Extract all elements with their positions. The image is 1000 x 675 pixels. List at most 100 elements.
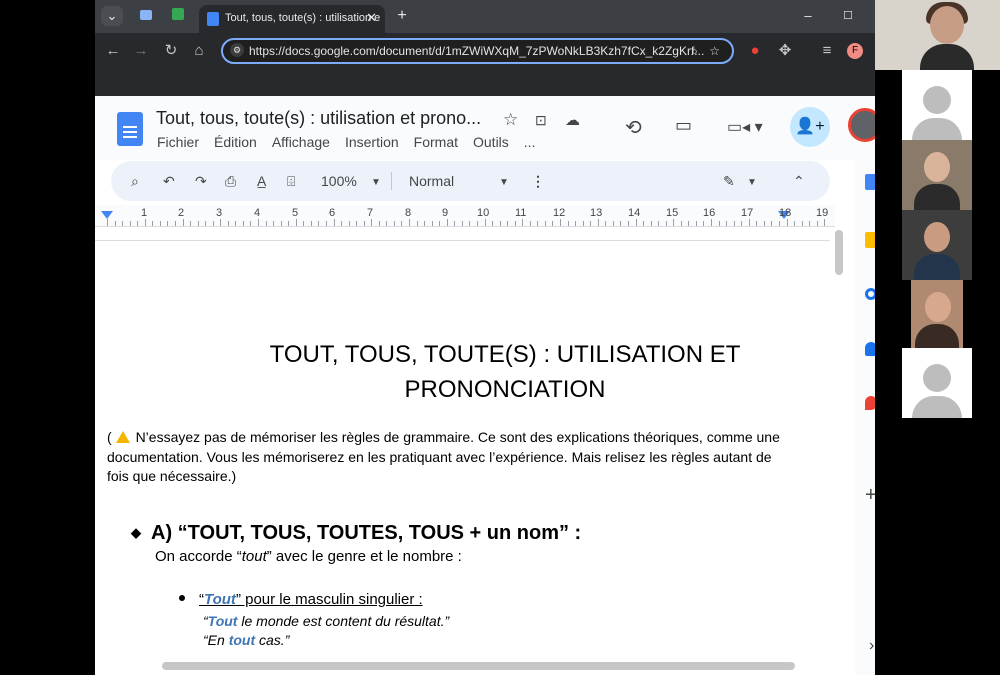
- ruler-tick: [620, 221, 622, 226]
- meet-video-icon[interactable]: ▭◂ ▾: [727, 117, 763, 137]
- vertical-scrollbar[interactable]: [835, 230, 843, 275]
- chevron-down-icon[interactable]: ▼: [499, 174, 509, 192]
- diamond-bullet-icon: ◆: [131, 525, 141, 540]
- bookmark-star-icon[interactable]: ☆: [709, 40, 720, 62]
- media-controls-icon[interactable]: ≡: [817, 42, 837, 60]
- minimize-button[interactable]: –: [797, 6, 819, 26]
- avatar-body-icon: [912, 118, 962, 140]
- ruler-tick: [265, 221, 267, 226]
- list-item: “Tout” pour le masculin singulier :: [179, 591, 423, 608]
- menu-format[interactable]: Format: [414, 134, 458, 150]
- bullet-dot-icon: [179, 595, 185, 601]
- version-history-icon[interactable]: ⟲: [625, 115, 642, 140]
- ruler-tick: [167, 221, 169, 226]
- participant-tile-video[interactable]: [911, 280, 963, 350]
- menu-fichier[interactable]: Fichier: [157, 134, 199, 150]
- contacts-icon[interactable]: [865, 342, 875, 356]
- ruler-tick: [688, 221, 690, 226]
- ruler-tick: [197, 221, 199, 226]
- ruler-tick: [673, 219, 675, 226]
- participant-tile-avatar[interactable]: [902, 70, 972, 140]
- search-menus-icon[interactable]: ⌕: [131, 172, 139, 190]
- ruler-tick: [507, 221, 509, 226]
- profile-avatar[interactable]: F: [847, 43, 863, 59]
- ruler-tick: [756, 221, 758, 226]
- ruler-number: 12: [553, 207, 566, 219]
- ruler-tick: [182, 219, 184, 226]
- participant-tile-video[interactable]: [902, 140, 972, 210]
- ruler-number: 6: [329, 207, 336, 219]
- reload-icon[interactable]: ↻: [161, 42, 181, 60]
- active-speaker-video[interactable]: [875, 0, 1000, 70]
- close-tab-icon[interactable]: ✕: [366, 5, 377, 31]
- editing-mode-pencil-icon[interactable]: ✎: [723, 172, 735, 190]
- horizontal-scrollbar[interactable]: [162, 662, 795, 670]
- docs-header: Tout, tous, toute(s) : utilisation et pr…: [95, 96, 875, 160]
- extension-icon[interactable]: ●: [745, 42, 765, 60]
- forward-icon[interactable]: →: [131, 42, 151, 60]
- maximize-button[interactable]: ☐: [837, 6, 859, 26]
- document-title[interactable]: Tout, tous, toute(s) : utilisation et pr…: [156, 108, 481, 129]
- left-indent-marker[interactable]: [101, 211, 113, 219]
- zoom-icon[interactable]: ⌕: [691, 40, 698, 62]
- extensions-puzzle-icon[interactable]: ✥: [775, 42, 795, 60]
- more-options-icon[interactable]: ⋮: [531, 172, 545, 190]
- tab-strip: ⌄ Tout, tous, toute(s) : utilisation e ✕…: [95, 0, 875, 33]
- participant-tile-avatar[interactable]: [902, 348, 972, 418]
- ruler-tick: [310, 221, 312, 226]
- tab-search-button[interactable]: ⌄: [101, 6, 123, 26]
- ruler-tick: [401, 221, 403, 226]
- maps-icon[interactable]: [865, 396, 875, 410]
- ruler-tick: [544, 221, 546, 226]
- undo-icon[interactable]: ↶: [163, 172, 175, 190]
- menu-affichage[interactable]: Affichage: [272, 134, 330, 150]
- redo-icon[interactable]: ↷: [195, 172, 207, 190]
- tab-pinned-2[interactable]: [167, 6, 189, 26]
- home-icon[interactable]: ⌂: [189, 42, 209, 60]
- chevron-down-icon[interactable]: ▼: [747, 174, 757, 192]
- list-item-heading: “Tout” pour le masculin singulier :: [199, 591, 423, 608]
- ruler-tick: [741, 221, 743, 226]
- url-bar[interactable]: ⚙ https://docs.google.com/document/d/1mZ…: [221, 38, 734, 64]
- ruler-number: 5: [292, 207, 299, 219]
- tasks-icon[interactable]: [865, 288, 875, 300]
- zoom-select[interactable]: 100%: [321, 172, 357, 190]
- tab-pinned-1[interactable]: [135, 6, 157, 26]
- hide-menus-chevron-up-icon[interactable]: ⌃: [793, 172, 805, 190]
- menu-insertion[interactable]: Insertion: [345, 134, 399, 150]
- spellcheck-icon[interactable]: A̲: [257, 172, 266, 190]
- share-button[interactable]: 👤+: [790, 107, 830, 147]
- keep-icon[interactable]: [865, 232, 875, 248]
- ruler-tick: [552, 221, 554, 226]
- expand-panel-chevron-icon[interactable]: ›: [869, 637, 874, 655]
- ruler-tick: [567, 221, 569, 226]
- ruler-tick: [159, 221, 161, 226]
- print-icon[interactable]: ⎙: [225, 172, 236, 190]
- calendar-icon[interactable]: [865, 174, 875, 190]
- ruler-tick: [235, 221, 237, 226]
- comments-icon[interactable]: ▭: [675, 115, 692, 136]
- docs-logo-icon[interactable]: [117, 112, 143, 146]
- ruler-tick: [363, 221, 365, 226]
- paint-format-icon[interactable]: ⌹: [287, 172, 295, 190]
- participant-shirt: [914, 184, 960, 210]
- menu-edition[interactable]: Édition: [214, 134, 257, 150]
- move-folder-icon[interactable]: ⊡: [535, 112, 547, 129]
- ruler-tick: [665, 221, 667, 226]
- tab-active[interactable]: Tout, tous, toute(s) : utilisation e ✕: [199, 5, 385, 33]
- star-icon[interactable]: ☆: [503, 110, 518, 130]
- chevron-down-icon[interactable]: ▼: [371, 174, 381, 192]
- new-tab-button[interactable]: +: [391, 6, 413, 26]
- account-avatar[interactable]: [848, 108, 875, 142]
- menu-more[interactable]: ...: [524, 134, 536, 150]
- participant-tile-video[interactable]: [902, 210, 972, 280]
- back-icon[interactable]: ←: [103, 42, 123, 60]
- ruler-tick: [424, 221, 426, 226]
- style-select[interactable]: Normal: [409, 172, 454, 190]
- site-settings-icon[interactable]: ⚙: [230, 43, 244, 57]
- menu-outils[interactable]: Outils: [473, 134, 509, 150]
- participant-face: [924, 222, 950, 252]
- ruler[interactable]: 1 2 3 4 5 6 7 8 9 10 11 12 13 14 15 16 1…: [95, 205, 835, 227]
- ruler-tick: [499, 221, 501, 226]
- add-addon-plus-icon[interactable]: +: [865, 484, 875, 507]
